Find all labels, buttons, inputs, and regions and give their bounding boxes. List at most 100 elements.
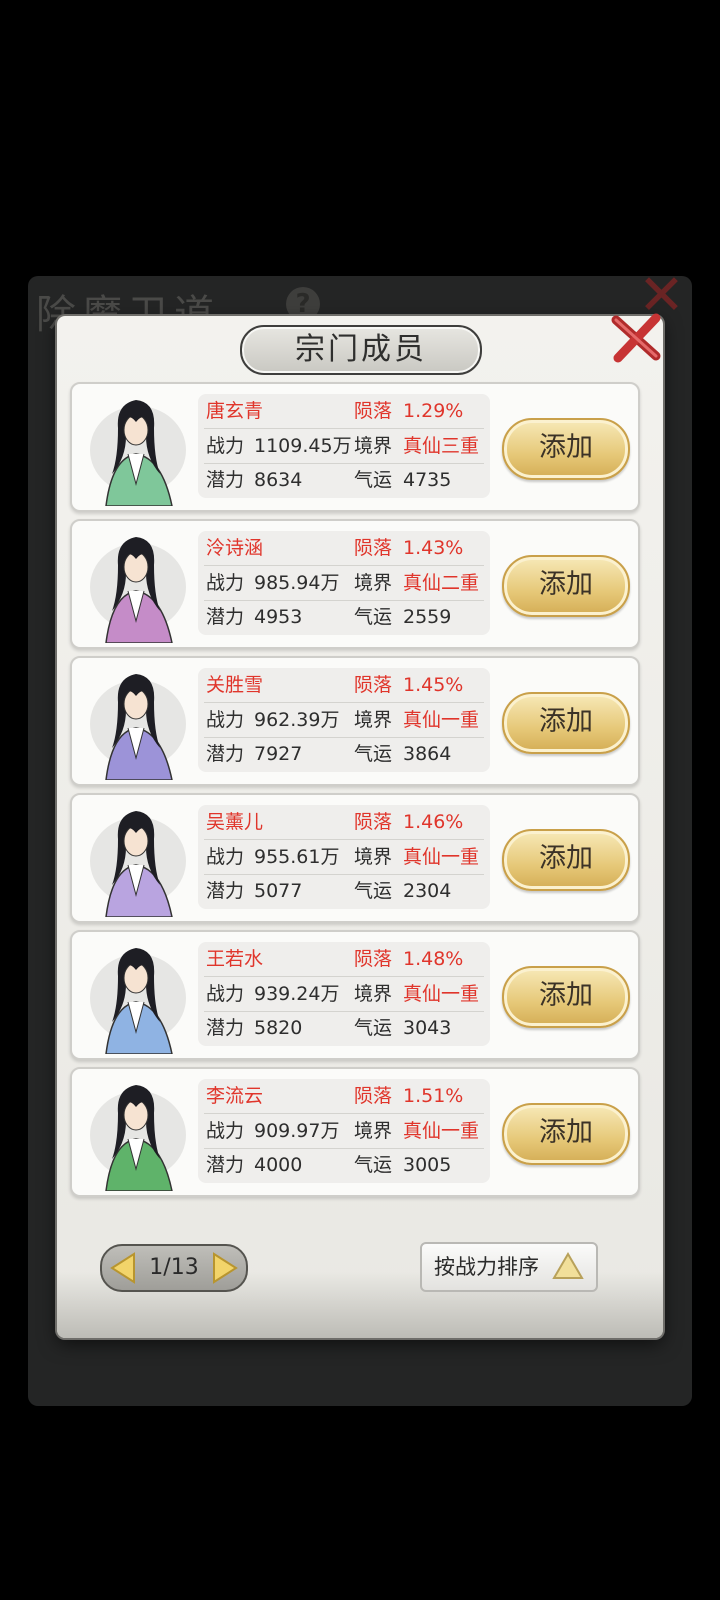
realm-label: 境界 bbox=[354, 435, 393, 457]
add-member-button[interactable]: 添加 bbox=[502, 829, 630, 891]
potential-label: 潜力 bbox=[206, 880, 245, 902]
sort-by-power-button[interactable]: 按战力排序 bbox=[420, 1242, 598, 1292]
power-value: 939.24万 bbox=[254, 983, 340, 1005]
page-indicator: 1/13 bbox=[149, 1255, 199, 1280]
potential-value: 4000 bbox=[254, 1154, 303, 1176]
member-info: 吴薰儿 陨落 1.46% 战力 955.61万 境界 真仙一重 潜力 5077 … bbox=[198, 805, 490, 909]
fall-label: 陨落 bbox=[354, 537, 393, 559]
member-name: 王若水 bbox=[206, 948, 264, 970]
fall-rate: 1.45% bbox=[403, 674, 464, 696]
luck-label: 气运 bbox=[354, 880, 393, 902]
potential-value: 5077 bbox=[254, 880, 303, 902]
realm-value: 真仙三重 bbox=[403, 435, 480, 457]
add-member-button[interactable]: 添加 bbox=[502, 692, 630, 754]
power-label: 战力 bbox=[206, 846, 245, 868]
fall-rate: 1.51% bbox=[403, 1085, 464, 1107]
member-info: 关胜雪 陨落 1.45% 战力 962.39万 境界 真仙一重 潜力 7927 … bbox=[198, 668, 490, 772]
realm-value: 真仙一重 bbox=[403, 709, 480, 731]
potential-value: 7927 bbox=[254, 743, 303, 765]
member-name: 吴薰儿 bbox=[206, 811, 264, 833]
realm-label: 境界 bbox=[354, 709, 393, 731]
realm-label: 境界 bbox=[354, 983, 393, 1005]
add-member-button[interactable]: 添加 bbox=[502, 418, 630, 480]
power-value: 985.94万 bbox=[254, 572, 340, 594]
luck-label: 气运 bbox=[354, 606, 393, 628]
member-card: 王若水 陨落 1.48% 战力 939.24万 境界 真仙一重 潜力 5820 … bbox=[70, 930, 640, 1060]
close-button[interactable] bbox=[608, 310, 664, 366]
power-label: 战力 bbox=[206, 709, 245, 731]
member-card: 唐玄青 陨落 1.29% 战力 1109.45万 境界 真仙三重 潜力 8634… bbox=[70, 382, 640, 512]
luck-label: 气运 bbox=[354, 469, 393, 491]
fall-rate: 1.43% bbox=[403, 537, 464, 559]
realm-value: 真仙二重 bbox=[403, 572, 480, 594]
member-card: 吴薰儿 陨落 1.46% 战力 955.61万 境界 真仙一重 潜力 5077 … bbox=[70, 793, 640, 923]
realm-label: 境界 bbox=[354, 1120, 393, 1142]
character-portrait bbox=[76, 662, 194, 780]
power-label: 战力 bbox=[206, 1120, 245, 1142]
fall-rate: 1.46% bbox=[403, 811, 464, 833]
character-portrait bbox=[76, 1073, 194, 1191]
luck-label: 气运 bbox=[354, 743, 393, 765]
potential-value: 4953 bbox=[254, 606, 303, 628]
luck-label: 气运 bbox=[354, 1017, 393, 1039]
close-x-icon bbox=[611, 313, 661, 363]
potential-label: 潜力 bbox=[206, 1154, 245, 1176]
power-value: 955.61万 bbox=[254, 846, 340, 868]
power-label: 战力 bbox=[206, 983, 245, 1005]
member-card: 李流云 陨落 1.51% 战力 909.97万 境界 真仙一重 潜力 4000 … bbox=[70, 1067, 640, 1197]
power-value: 962.39万 bbox=[254, 709, 340, 731]
potential-value: 8634 bbox=[254, 469, 303, 491]
member-name: 李流云 bbox=[206, 1085, 264, 1107]
triangle-up-icon bbox=[552, 1252, 584, 1279]
luck-label: 气运 bbox=[354, 1154, 393, 1176]
potential-label: 潜力 bbox=[206, 1017, 245, 1039]
realm-value: 真仙一重 bbox=[403, 983, 480, 1005]
luck-value: 3043 bbox=[403, 1017, 452, 1039]
power-label: 战力 bbox=[206, 572, 245, 594]
fall-label: 陨落 bbox=[354, 948, 393, 970]
triangle-right-icon[interactable] bbox=[210, 1252, 240, 1284]
add-member-button[interactable]: 添加 bbox=[502, 1103, 630, 1165]
character-portrait bbox=[76, 525, 194, 643]
character-portrait bbox=[76, 799, 194, 917]
add-member-button[interactable]: 添加 bbox=[502, 966, 630, 1028]
realm-label: 境界 bbox=[354, 572, 393, 594]
fall-label: 陨落 bbox=[354, 674, 393, 696]
member-name: 关胜雪 bbox=[206, 674, 264, 696]
potential-label: 潜力 bbox=[206, 743, 245, 765]
pagination: 1/13 bbox=[100, 1244, 248, 1292]
realm-label: 境界 bbox=[354, 846, 393, 868]
member-info: 李流云 陨落 1.51% 战力 909.97万 境界 真仙一重 潜力 4000 … bbox=[198, 1079, 490, 1183]
member-info: 泠诗涵 陨落 1.43% 战力 985.94万 境界 真仙二重 潜力 4953 … bbox=[198, 531, 490, 635]
fall-label: 陨落 bbox=[354, 1085, 393, 1107]
fall-label: 陨落 bbox=[354, 400, 393, 422]
add-member-button[interactable]: 添加 bbox=[502, 555, 630, 617]
luck-value: 4735 bbox=[403, 469, 452, 491]
member-card: 关胜雪 陨落 1.45% 战力 962.39万 境界 真仙一重 潜力 7927 … bbox=[70, 656, 640, 786]
fall-label: 陨落 bbox=[354, 811, 393, 833]
potential-label: 潜力 bbox=[206, 606, 245, 628]
luck-value: 3864 bbox=[403, 743, 452, 765]
character-portrait bbox=[76, 936, 194, 1054]
potential-value: 5820 bbox=[254, 1017, 303, 1039]
member-info: 唐玄青 陨落 1.29% 战力 1109.45万 境界 真仙三重 潜力 8634… bbox=[198, 394, 490, 498]
potential-label: 潜力 bbox=[206, 469, 245, 491]
realm-value: 真仙一重 bbox=[403, 846, 480, 868]
sort-label: 按战力排序 bbox=[434, 1255, 539, 1279]
character-portrait bbox=[76, 388, 194, 506]
power-label: 战力 bbox=[206, 435, 245, 457]
member-name: 唐玄青 bbox=[206, 400, 264, 422]
triangle-left-icon[interactable] bbox=[108, 1252, 138, 1284]
luck-value: 3005 bbox=[403, 1154, 452, 1176]
realm-value: 真仙一重 bbox=[403, 1120, 480, 1142]
power-value: 1109.45万 bbox=[254, 435, 352, 457]
dialog-title: 宗门成员 bbox=[240, 325, 482, 375]
fall-rate: 1.29% bbox=[403, 400, 464, 422]
power-value: 909.97万 bbox=[254, 1120, 340, 1142]
member-card: 泠诗涵 陨落 1.43% 战力 985.94万 境界 真仙二重 潜力 4953 … bbox=[70, 519, 640, 649]
fall-rate: 1.48% bbox=[403, 948, 464, 970]
member-info: 王若水 陨落 1.48% 战力 939.24万 境界 真仙一重 潜力 5820 … bbox=[198, 942, 490, 1046]
luck-value: 2304 bbox=[403, 880, 452, 902]
member-name: 泠诗涵 bbox=[206, 537, 264, 559]
luck-value: 2559 bbox=[403, 606, 452, 628]
